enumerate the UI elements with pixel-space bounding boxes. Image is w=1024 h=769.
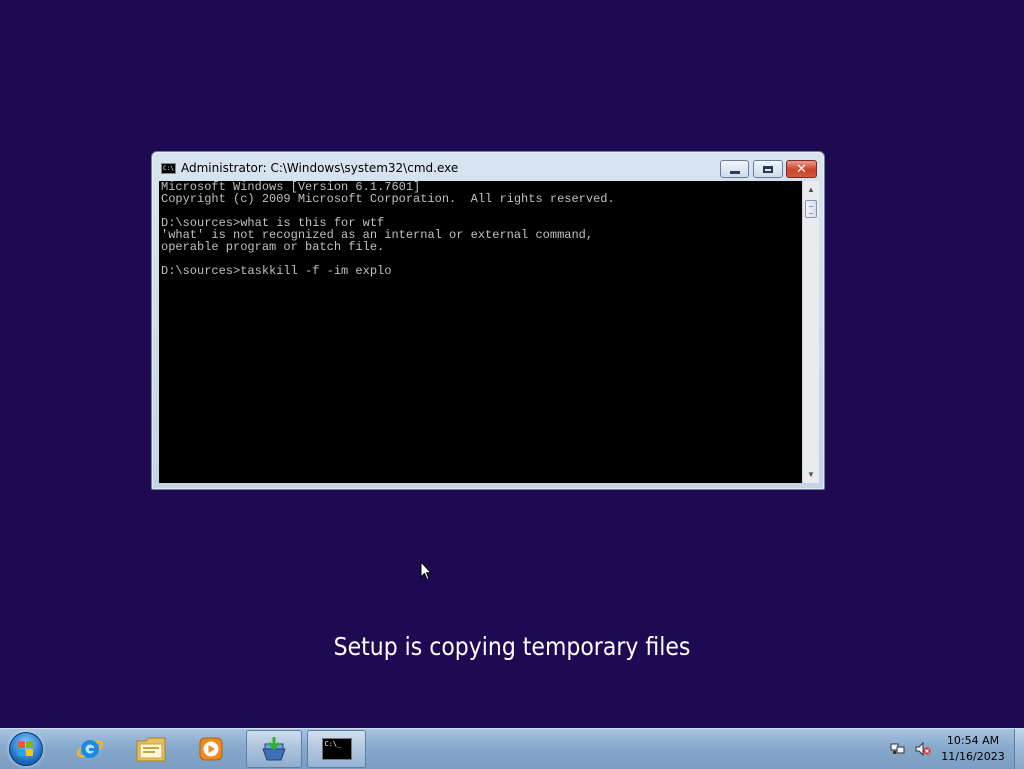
clock-date: 11/16/2023 <box>941 750 1005 763</box>
window-titlebar[interactable]: C:\ Administrator: C:\Windows\system32\c… <box>152 152 824 181</box>
speaker-muted-icon[interactable] <box>915 742 931 756</box>
close-button[interactable]: ✕ <box>786 160 817 178</box>
windows-logo-icon <box>18 741 34 757</box>
clock-time: 10:54 AM <box>946 734 1000 747</box>
show-desktop-button[interactable] <box>1014 729 1024 769</box>
scroll-up-arrow-icon[interactable]: ▲ <box>803 181 819 198</box>
cmd-window[interactable]: C:\ Administrator: C:\Windows\system32\c… <box>151 151 825 490</box>
setup-status-text: Setup is copying temporary files <box>333 632 691 661</box>
scrollbar-thumb[interactable] <box>805 200 817 218</box>
scroll-down-arrow-icon[interactable]: ▼ <box>803 466 819 483</box>
console-line: Copyright (c) 2009 Microsoft Corporation… <box>161 192 615 206</box>
minimize-icon <box>729 170 740 174</box>
close-icon: ✕ <box>796 161 807 177</box>
taskbar-item-file-explorer[interactable] <box>123 730 179 768</box>
internet-explorer-icon <box>76 740 104 758</box>
maximize-icon <box>763 165 773 173</box>
folder-icon <box>136 737 166 762</box>
taskbar-clock[interactable]: 10:54 AM 11/16/2023 <box>936 733 1010 765</box>
cmd-icon: C:\ <box>161 163 176 174</box>
network-icon[interactable] <box>890 742 906 756</box>
taskbar: C:\_ 10:54 AM 11/16/2023 <box>0 728 1024 769</box>
console-output[interactable]: Microsoft Windows [Version 6.1.7601] Cop… <box>159 181 802 483</box>
taskbar-item-internet-explorer[interactable] <box>62 730 118 768</box>
start-button[interactable] <box>9 732 43 766</box>
console-line: operable program or batch file. <box>161 240 385 254</box>
setup-installer-icon <box>262 737 286 761</box>
command-prompt-icon: C:\_ <box>321 738 352 760</box>
maximize-button[interactable] <box>753 160 783 178</box>
taskbar-item-setup[interactable] <box>246 730 302 768</box>
window-title: Administrator: C:\Windows\system32\cmd.e… <box>181 161 459 175</box>
media-player-icon <box>199 737 223 761</box>
mouse-pointer-icon <box>420 561 432 581</box>
taskbar-item-command-prompt[interactable]: C:\_ <box>307 730 366 768</box>
taskbar-item-media-player[interactable] <box>183 730 239 768</box>
vertical-scrollbar[interactable]: ▲ ▼ <box>802 181 819 483</box>
console-input-line[interactable]: D:\sources>taskkill -f -im explo <box>159 265 802 277</box>
minimize-button[interactable] <box>720 160 749 178</box>
